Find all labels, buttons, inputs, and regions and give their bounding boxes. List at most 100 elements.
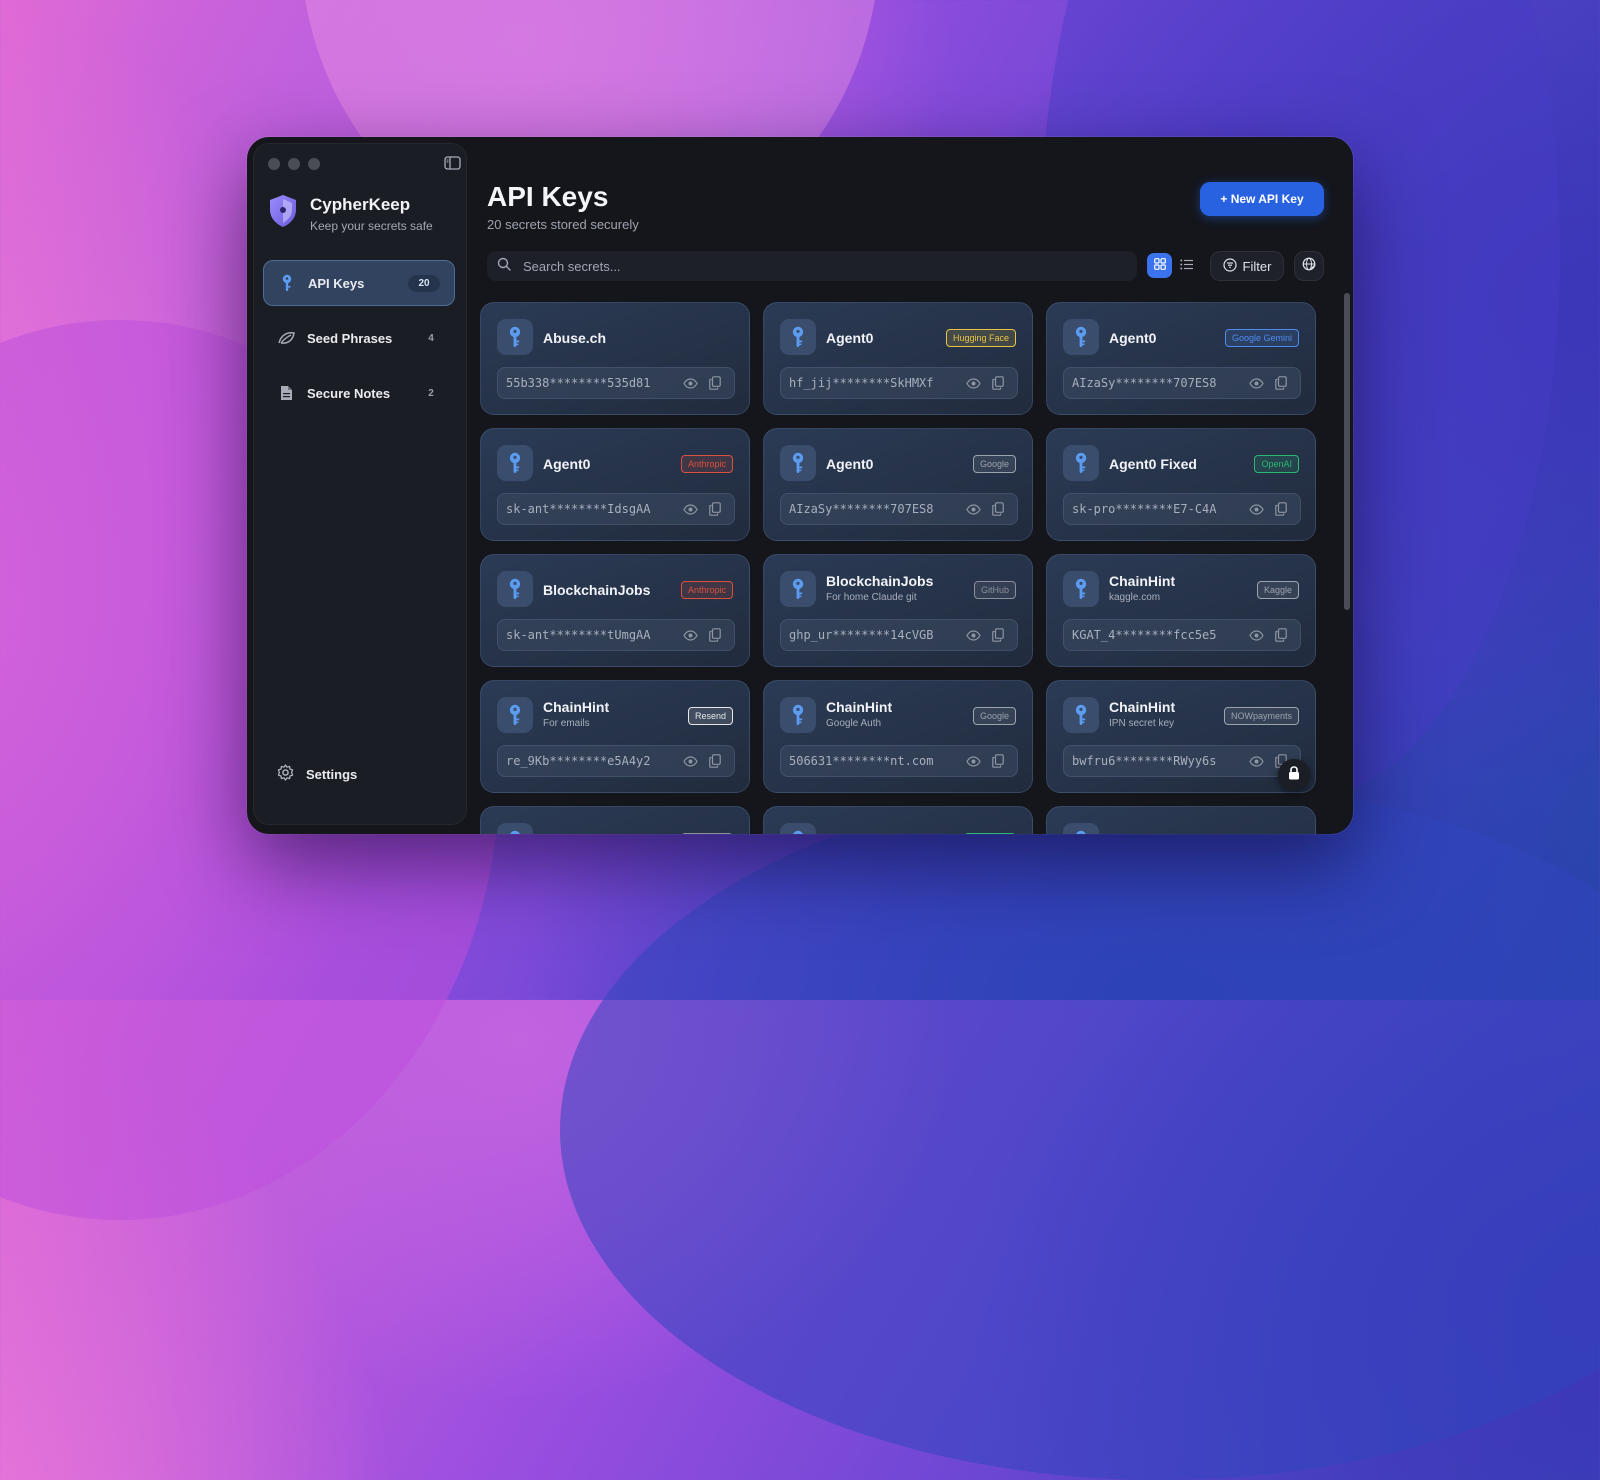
api-key-card[interactable]: Abuse.ch55b338********535d81 (480, 302, 750, 415)
eye-icon[interactable] (1245, 499, 1267, 519)
eye-icon[interactable] (1245, 625, 1267, 645)
api-key-card[interactable]: Agent0Google GeminiAIzaSy********707ES8 (1046, 302, 1316, 415)
api-key-card[interactable]: ChainHintFor emailsResendre_9Kb********e… (480, 680, 750, 793)
copy-icon[interactable] (987, 373, 1009, 393)
provider-badge: Google Gemini (1225, 329, 1299, 347)
sidebar: CypherKeep Keep your secrets safe API Ke… (253, 143, 467, 825)
api-key-card[interactable]: Agent0 FixedOpenAIsk-pro********E7-C4A (1046, 428, 1316, 541)
api-key-card[interactable]: Agent0Anthropicsk-ant********IdsgAA (480, 428, 750, 541)
copy-icon[interactable] (704, 373, 726, 393)
api-key-card[interactable]: Claww (1046, 806, 1316, 834)
shield-icon (268, 194, 298, 233)
app-window: CypherKeep Keep your secrets safe API Ke… (247, 137, 1353, 834)
masked-secret-value: sk-pro********E7-C4A (1072, 502, 1242, 516)
eye-icon[interactable] (962, 625, 984, 645)
api-key-card[interactable]: Agent0GoogleAIzaSy********707ES8 (763, 428, 1033, 541)
copy-icon[interactable] (1270, 625, 1292, 645)
network-button[interactable] (1294, 251, 1324, 281)
masked-secret-field: ghp_ur********14cVGB (780, 619, 1018, 651)
gear-icon (277, 764, 294, 784)
copy-icon[interactable] (1270, 373, 1292, 393)
filter-button[interactable]: Filter (1210, 251, 1284, 281)
sidebar-item-api-keys[interactable]: API Keys 20 (263, 260, 455, 306)
masked-secret-field: KGAT_4********fcc5e5 (1063, 619, 1301, 651)
zoom-window-button[interactable] (308, 158, 320, 170)
search-input[interactable] (521, 258, 1127, 275)
provider-badge: Anthropic (681, 455, 733, 473)
lock-button[interactable] (1278, 759, 1310, 791)
list-icon (1180, 257, 1193, 275)
api-key-card[interactable]: ChainHintGoogle AuthGoogle506631********… (763, 680, 1033, 793)
document-icon (277, 384, 295, 402)
copy-icon[interactable] (987, 751, 1009, 771)
main-content: API Keys 20 secrets stored securely + Ne… (471, 137, 1353, 834)
masked-secret-field: AIzaSy********707ES8 (780, 493, 1018, 525)
page-title: API Keys (487, 181, 608, 213)
key-icon (1063, 697, 1099, 733)
key-icon (497, 319, 533, 355)
eye-icon[interactable] (962, 751, 984, 771)
key-icon (497, 571, 533, 607)
api-key-card[interactable]: BlockchainJobsFor home Claude gitGitHubg… (763, 554, 1033, 667)
grid-view-button[interactable] (1147, 253, 1172, 278)
sidebar-toggle-icon[interactable] (444, 156, 461, 170)
minimize-window-button[interactable] (288, 158, 300, 170)
api-key-card[interactable]: ChainHint kaggle.com Kaggle KGAT_4********f… (1046, 554, 1316, 667)
copy-icon[interactable] (1270, 499, 1292, 519)
provider-badge: Google (973, 707, 1016, 725)
card-title: Agent0 (543, 456, 590, 472)
masked-secret-value: hf_jij********SkHMXf (789, 376, 959, 390)
settings-button[interactable]: Settings (277, 764, 357, 784)
card-title: BlockchainJobs (543, 582, 650, 598)
api-key-card[interactable]: ChainHintIPN secret keyNOWpaymentsbwfru6… (1046, 680, 1316, 793)
copy-icon[interactable] (704, 499, 726, 519)
card-title: BlockchainJobs (826, 573, 933, 589)
provider-badge: Anthropic (681, 581, 733, 599)
card-description: kaggle.com (1109, 592, 1160, 603)
copy-icon[interactable] (987, 499, 1009, 519)
eye-icon[interactable] (679, 373, 701, 393)
eye-icon[interactable] (1245, 751, 1267, 771)
sidebar-item-label: API Keys (308, 276, 408, 291)
eye-icon[interactable] (962, 373, 984, 393)
card-title: ChainHint (1109, 573, 1175, 589)
key-icon (780, 823, 816, 834)
close-window-button[interactable] (268, 158, 280, 170)
masked-secret-value: 506631********nt.com (789, 754, 959, 768)
sidebar-item-seed-phrases[interactable]: Seed Phrases 4 (263, 315, 455, 361)
brand: CypherKeep Keep your secrets safe (268, 194, 433, 233)
search-icon (497, 257, 511, 276)
eye-icon[interactable] (679, 751, 701, 771)
scrollbar-thumb[interactable] (1344, 293, 1350, 610)
search-bar[interactable] (487, 251, 1137, 281)
api-key-card[interactable] (763, 806, 1033, 834)
eye-icon[interactable] (1245, 373, 1267, 393)
provider-badge: Google (973, 455, 1016, 473)
api-key-card[interactable] (480, 806, 750, 834)
copy-icon[interactable] (987, 625, 1009, 645)
eye-icon[interactable] (962, 499, 984, 519)
api-key-card[interactable]: BlockchainJobsAnthropicsk-ant********tUm… (480, 554, 750, 667)
masked-secret-value: AIzaSy********707ES8 (1072, 376, 1242, 390)
key-icon (1063, 445, 1099, 481)
masked-secret-value: ghp_ur********14cVGB (789, 628, 959, 642)
grid-icon (1154, 257, 1166, 275)
eye-icon[interactable] (679, 625, 701, 645)
list-view-button[interactable] (1174, 253, 1199, 278)
key-icon (1063, 319, 1099, 355)
copy-icon[interactable] (704, 751, 726, 771)
key-icon (497, 445, 533, 481)
key-icon (780, 571, 816, 607)
sidebar-item-secure-notes[interactable]: Secure Notes 2 (263, 370, 455, 416)
key-icon (780, 697, 816, 733)
copy-icon[interactable] (704, 625, 726, 645)
filter-icon (1223, 258, 1237, 275)
eye-icon[interactable] (679, 499, 701, 519)
card-title: ChainHint (543, 699, 609, 715)
api-key-card[interactable]: Agent0Hugging Facehf_jij********SkHMXf (763, 302, 1033, 415)
key-icon (1063, 571, 1099, 607)
key-icon (780, 445, 816, 481)
provider-badge: NOWpayments (1224, 707, 1299, 725)
provider-badge: Kaggle (1257, 581, 1299, 599)
new-api-key-button[interactable]: + New API Key (1200, 182, 1324, 216)
